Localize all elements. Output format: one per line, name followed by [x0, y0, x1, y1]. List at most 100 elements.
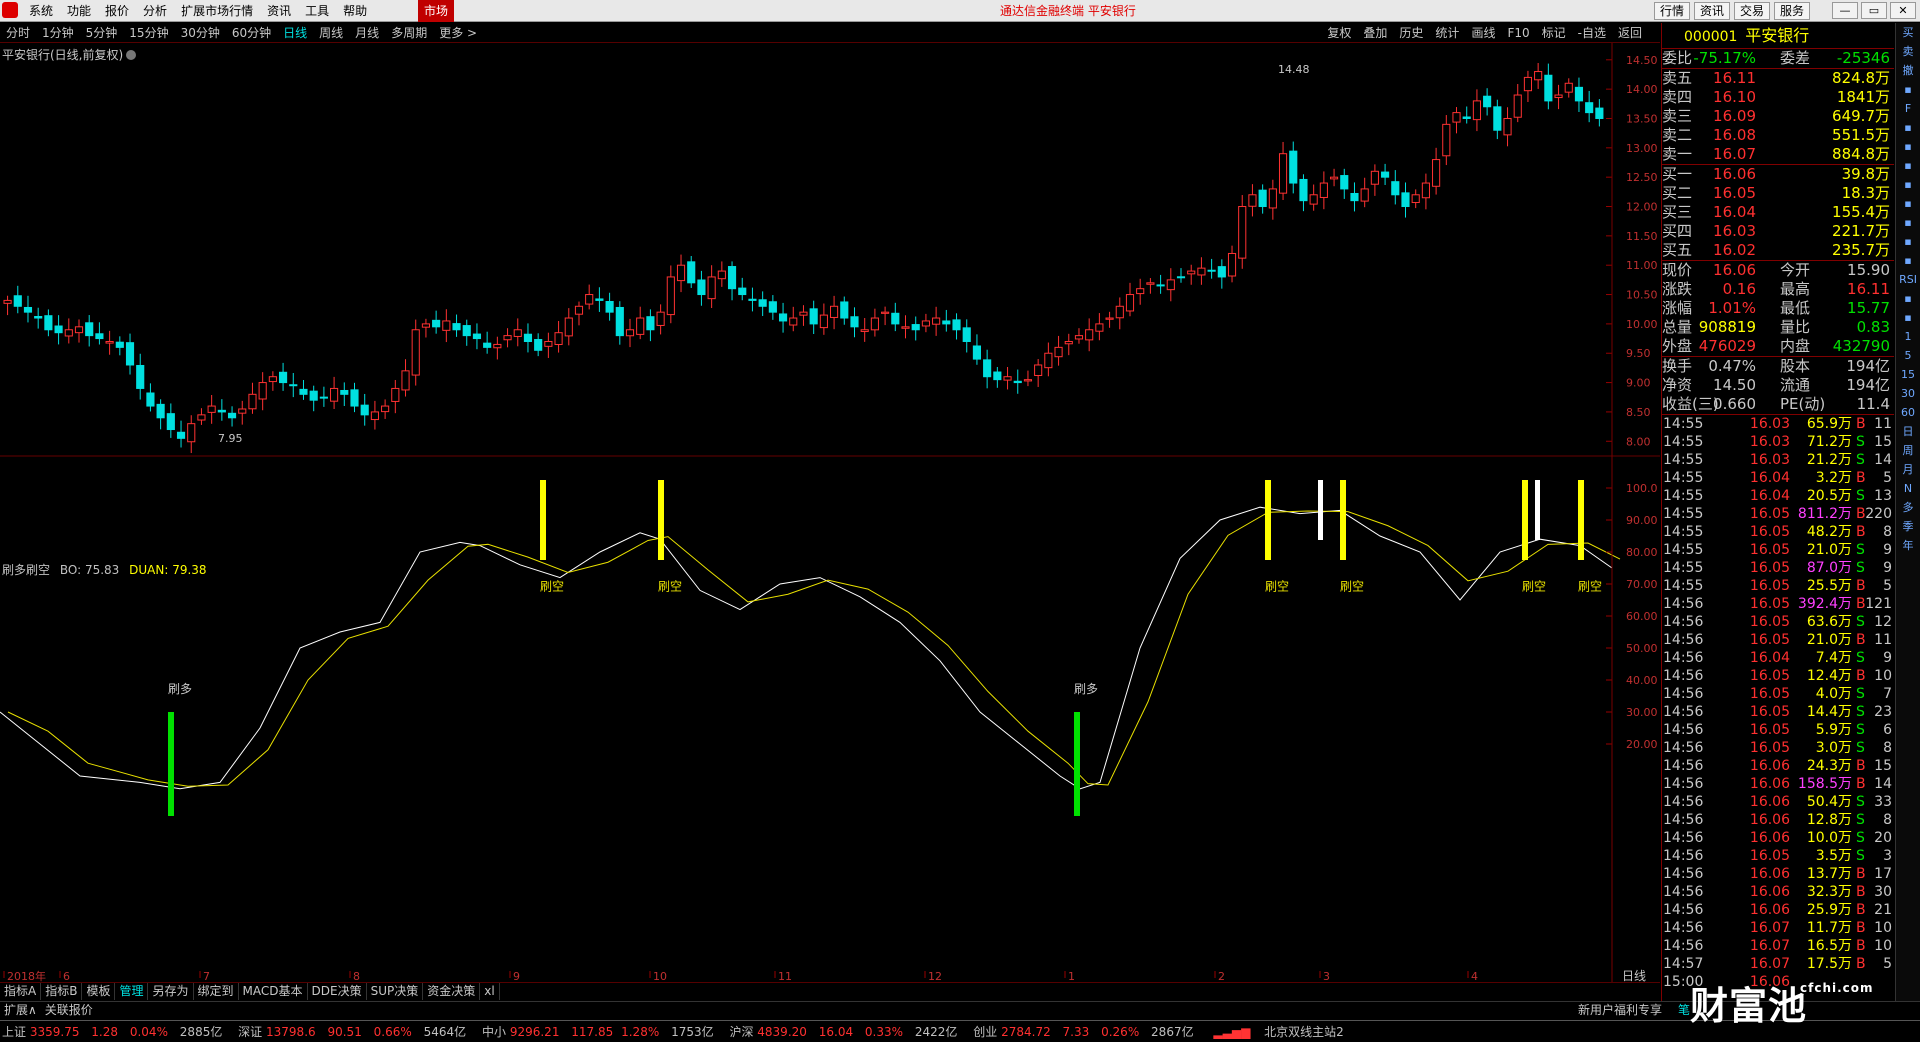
period-tab-7[interactable]: 周线	[313, 23, 349, 43]
indicator-tab-8[interactable]: SUP决策	[367, 983, 424, 1000]
top-button-0[interactable]: 行情	[1653, 2, 1690, 20]
indicator-tab-1[interactable]: 指标B	[41, 983, 83, 1000]
side-tool-21[interactable]: 日	[1896, 422, 1920, 441]
period-tab-0[interactable]: 分时	[0, 23, 36, 43]
side-tool-11[interactable]: ▪	[1896, 232, 1920, 251]
close-icon[interactable]: ✕	[1890, 2, 1916, 19]
indicator-tab-9[interactable]: 资金决策	[423, 983, 481, 1000]
side-tool-1[interactable]: 卖	[1896, 42, 1920, 61]
side-tool-25[interactable]: 多	[1896, 498, 1920, 517]
tick-list[interactable]: 14:55 16.03 65.9万 B 11 14:55 16.03 71.2万 S 15 14:5…	[1662, 415, 1894, 991]
index-cy-name[interactable]: 创业	[973, 1025, 997, 1039]
bid-row[interactable]: 买四 16.03 221.7万	[1662, 222, 1894, 241]
side-tool-26[interactable]: 季	[1896, 517, 1920, 536]
ask-row[interactable]: 卖一 16.07 884.8万	[1662, 145, 1894, 164]
side-tool-24[interactable]: N	[1896, 479, 1920, 498]
side-tool-17[interactable]: 5	[1896, 346, 1920, 365]
index-sz-name[interactable]: 深证	[238, 1025, 262, 1039]
side-tool-10[interactable]: ▪	[1896, 213, 1920, 232]
period-tab-3[interactable]: 15分钟	[123, 23, 174, 43]
ext-tab-0[interactable]: 扩展∧	[0, 1002, 41, 1019]
bid-row[interactable]: 买五 16.02 235.7万	[1662, 241, 1894, 260]
ask-row[interactable]: 卖三 16.09 649.7万	[1662, 107, 1894, 126]
menu-item-3[interactable]: 分析	[136, 0, 174, 22]
side-tool-18[interactable]: 15	[1896, 365, 1920, 384]
tool-2[interactable]: 历史	[1393, 23, 1429, 43]
period-tab-6[interactable]: 日线	[277, 23, 313, 43]
menu-item-7[interactable]: 帮助	[336, 0, 374, 22]
menu-item-4[interactable]: 扩展市场行情	[174, 0, 260, 22]
ext-tab-1[interactable]: 关联报价	[41, 1002, 97, 1019]
side-tool-8[interactable]: ▪	[1896, 175, 1920, 194]
menu-item-2[interactable]: 报价	[98, 0, 136, 22]
tool-6[interactable]: 标记	[1536, 23, 1572, 43]
indicator-tab-3[interactable]: 管理	[115, 983, 149, 1000]
menu-item-5[interactable]: 资讯	[260, 0, 298, 22]
index-sh-name[interactable]: 上证	[2, 1025, 26, 1039]
side-tool-2[interactable]: 撤	[1896, 61, 1920, 80]
tool-8[interactable]: 返回	[1612, 23, 1648, 43]
period-tab-2[interactable]: 5分钟	[80, 23, 124, 43]
ask-row[interactable]: 卖二 16.08 551.5万	[1662, 126, 1894, 145]
side-tool-4[interactable]: F	[1896, 99, 1920, 118]
tool-5[interactable]: F10	[1501, 23, 1535, 43]
chart-area[interactable]: 14.50 14.00 13.50 13.00 12.50 12.00 11.50 11.00…	[0, 43, 1660, 983]
side-tool-16[interactable]: 1	[1896, 327, 1920, 346]
side-tool-9[interactable]: ▪	[1896, 194, 1920, 213]
bid-row[interactable]: 买一 16.06 39.8万	[1662, 165, 1894, 184]
menu-item-6[interactable]: 工具	[298, 0, 336, 22]
minimize-icon[interactable]: —	[1832, 2, 1858, 19]
side-tool-14[interactable]: ▪	[1896, 289, 1920, 308]
bid-row[interactable]: 买二 16.05 18.3万	[1662, 184, 1894, 203]
side-tool-5[interactable]: ▪	[1896, 118, 1920, 137]
ask-row[interactable]: 卖五 16.11 824.8万	[1662, 69, 1894, 88]
indicator-tab-2[interactable]: 模板	[82, 983, 116, 1000]
indicator-tick: 80.00	[1626, 546, 1658, 559]
market-tab[interactable]: 市场	[418, 0, 454, 22]
side-tool-3[interactable]: ▪	[1896, 80, 1920, 99]
ask-row[interactable]: 卖四 16.10 1841万	[1662, 88, 1894, 107]
side-tool-12[interactable]: ▪	[1896, 251, 1920, 270]
side-tool-13[interactable]: RSI	[1896, 270, 1920, 289]
bottom-right-tab-0[interactable]: 新用户福利专享	[1574, 1003, 1666, 1017]
tool-4[interactable]: 画线	[1465, 23, 1501, 43]
side-tool-23[interactable]: 月	[1896, 460, 1920, 479]
side-tool-19[interactable]: 30	[1896, 384, 1920, 403]
indicator-bo: BO: 75.83	[59, 563, 120, 577]
tick-time: 14:55	[1663, 542, 1704, 558]
server-status[interactable]: 北京双线主站2	[1264, 1025, 1344, 1039]
period-tab-4[interactable]: 30分钟	[175, 23, 226, 43]
side-tool-20[interactable]: 60	[1896, 403, 1920, 422]
period-tab-10[interactable]: 更多 >	[433, 23, 483, 43]
indicator-tab-10[interactable]: xl	[480, 983, 500, 1000]
restore-icon[interactable]: ▭	[1861, 2, 1887, 19]
tool-7[interactable]: -自选	[1572, 23, 1612, 43]
indicator-tab-6[interactable]: MACD基本	[239, 983, 308, 1000]
side-tool-7[interactable]: ▪	[1896, 156, 1920, 175]
indicator-tab-7[interactable]: DDE决策	[308, 983, 367, 1000]
tool-3[interactable]: 统计	[1429, 23, 1465, 43]
period-tab-9[interactable]: 多周期	[385, 23, 433, 43]
side-tool-0[interactable]: 买	[1896, 23, 1920, 42]
side-tool-22[interactable]: 周	[1896, 441, 1920, 460]
side-tool-6[interactable]: ▪	[1896, 137, 1920, 156]
top-button-3[interactable]: 服务	[1773, 2, 1810, 20]
top-button-2[interactable]: 交易	[1733, 2, 1770, 20]
bid-row[interactable]: 买三 16.04 155.4万	[1662, 203, 1894, 222]
side-tool-27[interactable]: 年	[1896, 536, 1920, 555]
period-tab-1[interactable]: 1分钟	[36, 23, 80, 43]
menu-item-0[interactable]: 系统	[22, 0, 60, 22]
indicator-tab-4[interactable]: 另存为	[148, 983, 194, 1000]
side-tool-15[interactable]: ▪	[1896, 308, 1920, 327]
period-tab-8[interactable]: 月线	[349, 23, 385, 43]
indicator-tab-5[interactable]: 绑定到	[194, 983, 239, 1000]
tool-1[interactable]: 叠加	[1357, 23, 1393, 43]
top-button-1[interactable]: 资讯	[1693, 2, 1730, 20]
index-hs-name[interactable]: 沪深	[729, 1025, 753, 1039]
index-zx-name[interactable]: 中小	[482, 1025, 506, 1039]
period-tab-5[interactable]: 60分钟	[226, 23, 277, 43]
indicator-tab-0[interactable]: 指标A	[0, 983, 42, 1000]
tool-0[interactable]: 复权	[1321, 23, 1357, 43]
candle-body	[1023, 379, 1033, 382]
menu-item-1[interactable]: 功能	[60, 0, 98, 22]
